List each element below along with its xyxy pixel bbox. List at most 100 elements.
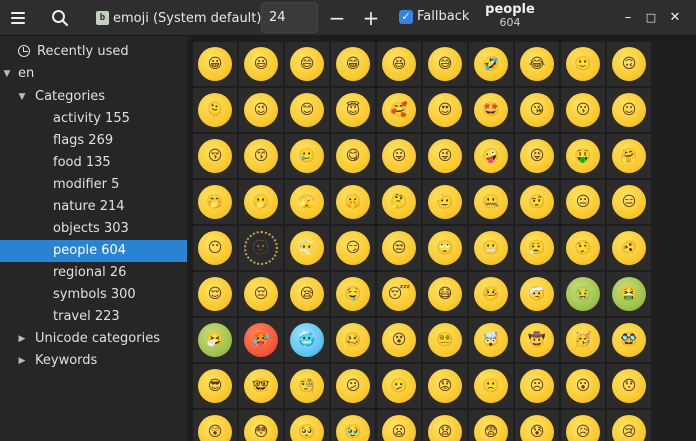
emoji-cell[interactable]: 🫡 — [423, 180, 467, 224]
emoji-cell[interactable]: 😯 — [607, 364, 651, 408]
emoji-cell[interactable]: 😮‍💨 — [515, 226, 559, 270]
emoji-cell[interactable]: 😪 — [285, 272, 329, 316]
maximize-button[interactable]: □ — [640, 6, 662, 28]
emoji-cell[interactable]: 🤭 — [193, 180, 237, 224]
emoji-cell[interactable]: 😀 — [193, 42, 237, 86]
emoji-cell[interactable]: 😰 — [515, 410, 559, 441]
emoji-cell[interactable]: 😉 — [239, 88, 283, 132]
emoji-cell[interactable]: 😷 — [423, 272, 467, 316]
emoji-cell[interactable]: 😇 — [331, 88, 375, 132]
emoji-cell[interactable]: 😴 — [377, 272, 421, 316]
emoji-cell[interactable]: 😋 — [331, 134, 375, 178]
emoji-cell[interactable]: 😦 — [377, 410, 421, 441]
emoji-cell[interactable]: 🤪 — [469, 134, 513, 178]
emoji-cell[interactable]: 😙 — [239, 134, 283, 178]
sidebar-item-keywords[interactable]: ▶ Keywords — [0, 350, 187, 372]
emoji-cell[interactable]: 🙂 — [561, 42, 605, 86]
emoji-cell[interactable]: 🫥 — [239, 226, 283, 270]
emoji-cell[interactable]: 😢 — [607, 410, 651, 441]
emoji-cell[interactable]: 🥳 — [561, 318, 605, 362]
emoji-cell[interactable]: 😗 — [561, 88, 605, 132]
increase-size-button[interactable]: + — [360, 4, 382, 32]
emoji-cell[interactable]: 😝 — [515, 134, 559, 178]
chevron-down-icon[interactable]: ▼ — [2, 63, 12, 85]
emoji-cell[interactable]: 😂 — [515, 42, 559, 86]
emoji-cell[interactable]: 🙃 — [607, 42, 651, 86]
sidebar-item-category[interactable]: travel 223 — [0, 306, 187, 328]
emoji-cell[interactable]: 😌 — [193, 272, 237, 316]
sidebar-item-category[interactable]: nature 214 — [0, 196, 187, 218]
emoji-cell[interactable]: 🤕 — [515, 272, 559, 316]
sidebar-item-unicode-categories[interactable]: ▶ Unicode categories — [0, 328, 187, 350]
sidebar-item-locale[interactable]: ▼ en — [0, 63, 187, 85]
menu-icon[interactable] — [4, 4, 32, 32]
emoji-cell[interactable]: 🤢 — [561, 272, 605, 316]
emoji-cell[interactable]: 😟 — [423, 364, 467, 408]
emoji-cell[interactable]: 🫨 — [607, 226, 651, 270]
emoji-cell[interactable]: 🤓 — [239, 364, 283, 408]
emoji-cell[interactable]: 🙁 — [469, 364, 513, 408]
sidebar-item-category[interactable]: flags 269 — [0, 130, 187, 152]
chevron-down-icon[interactable]: ▼ — [17, 86, 27, 108]
emoji-cell[interactable]: 😘 — [515, 88, 559, 132]
search-icon[interactable] — [46, 4, 74, 32]
emoji-cell[interactable]: 😬 — [469, 226, 513, 270]
emoji-cell[interactable]: 😎 — [193, 364, 237, 408]
emoji-cell[interactable]: 😧 — [423, 410, 467, 441]
emoji-cell[interactable]: 😛 — [377, 134, 421, 178]
emoji-cell[interactable]: 😨 — [469, 410, 513, 441]
emoji-cell[interactable]: 🤩 — [469, 88, 513, 132]
emoji-cell[interactable]: 🤐 — [469, 180, 513, 224]
emoji-cell[interactable]: 🤤 — [331, 272, 375, 316]
emoji-cell[interactable]: 😶 — [193, 226, 237, 270]
emoji-cell[interactable]: 😆 — [377, 42, 421, 86]
fallback-checkbox[interactable]: ✓ — [399, 9, 413, 24]
emoji-cell[interactable]: 🥵 — [239, 318, 283, 362]
decrease-size-button[interactable]: − — [326, 4, 348, 32]
emoji-cell[interactable]: 🤠 — [515, 318, 559, 362]
emoji-cell[interactable]: 😍 — [423, 88, 467, 132]
sidebar-item-recently-used[interactable]: Recently used — [0, 41, 187, 63]
chevron-right-icon[interactable]: ▶ — [17, 328, 27, 350]
emoji-cell[interactable]: 😮 — [561, 364, 605, 408]
emoji-cell[interactable]: 🤔 — [377, 180, 421, 224]
emoji-cell[interactable]: 😒 — [377, 226, 421, 270]
sidebar-item-category[interactable]: symbols 300 — [0, 284, 187, 306]
sidebar-item-category[interactable]: modifier 5 — [0, 174, 187, 196]
emoji-cell[interactable]: 🥹 — [331, 410, 375, 441]
sidebar-item-categories[interactable]: ▼ Categories — [0, 86, 187, 108]
emoji-cell[interactable]: 🥺 — [285, 410, 329, 441]
emoji-cell[interactable]: 🥴 — [331, 318, 375, 362]
emoji-cell[interactable]: 😜 — [423, 134, 467, 178]
font-selector-button[interactable]: b emoji (System default) — [90, 5, 267, 31]
sidebar-item-category[interactable]: food 135 — [0, 152, 187, 174]
emoji-cell[interactable]: 😐 — [561, 180, 605, 224]
emoji-cell[interactable]: 🥰 — [377, 88, 421, 132]
emoji-cell[interactable]: 🤨 — [515, 180, 559, 224]
emoji-cell[interactable]: 🫣 — [285, 180, 329, 224]
emoji-cell[interactable]: 😊 — [285, 88, 329, 132]
emoji-cell[interactable]: 😄 — [285, 42, 329, 86]
emoji-cell[interactable]: 😚 — [193, 134, 237, 178]
sidebar-item-category[interactable]: people 604 — [0, 240, 187, 262]
emoji-cell[interactable]: 🫢 — [239, 180, 283, 224]
emoji-cell[interactable]: 😥 — [561, 410, 605, 441]
emoji-cell[interactable]: 🤮 — [607, 272, 651, 316]
emoji-cell[interactable]: 🤗 — [607, 134, 651, 178]
emoji-cell[interactable]: 😶‍🌫️ — [285, 226, 329, 270]
emoji-grid-scroll[interactable]: 😀 😃 😄 😁 😆 😅 🤣 😂 🙂 🙃 🫠 😉 😊 😇 🥰 😍 🤩 😘 😗 ☺ 😚 😙 🥲 😋 😛 😜 🤪 😝 🤑 🤗 🤭 🫢 🫣 🤫 🤔 🫡 🤐 🤨 😐 😑… — [187, 36, 696, 441]
emoji-cell[interactable]: 😵 — [377, 318, 421, 362]
emoji-cell[interactable]: 🤯 — [469, 318, 513, 362]
emoji-cell[interactable]: 🤣 — [469, 42, 513, 86]
emoji-cell[interactable]: 🤑 — [561, 134, 605, 178]
emoji-cell[interactable]: 🤒 — [469, 272, 513, 316]
emoji-cell[interactable]: 🤧 — [193, 318, 237, 362]
minimize-button[interactable]: – — [617, 6, 639, 28]
emoji-cell[interactable]: 😅 — [423, 42, 467, 86]
emoji-cell[interactable]: 🥸 — [607, 318, 651, 362]
emoji-cell[interactable]: 😏 — [331, 226, 375, 270]
emoji-cell[interactable]: 🤫 — [331, 180, 375, 224]
chevron-right-icon[interactable]: ▶ — [17, 350, 27, 372]
emoji-cell[interactable]: 🥲 — [285, 134, 329, 178]
emoji-cell[interactable]: 😵‍💫 — [423, 318, 467, 362]
